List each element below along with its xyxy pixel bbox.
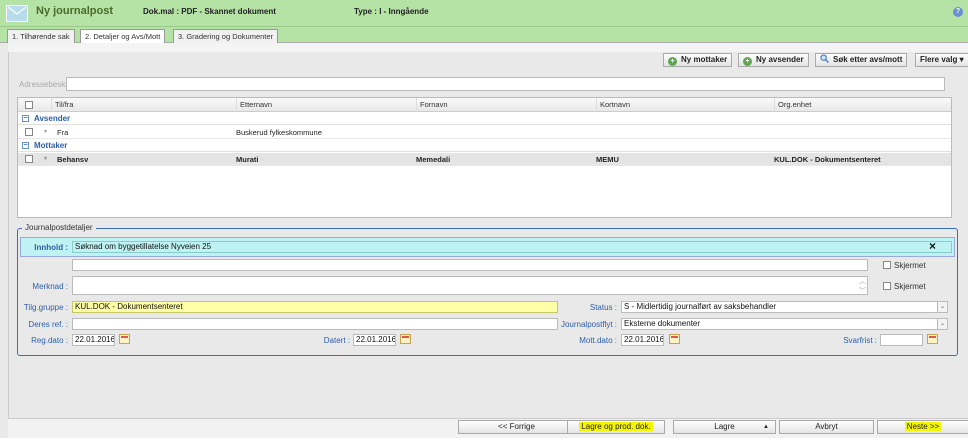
merknad-label: Merknad :	[32, 282, 68, 291]
tilg-gruppe-label: Tilg.gruppe :	[23, 303, 68, 312]
skjermet-checkbox-2[interactable]	[883, 282, 891, 290]
chevron-down-icon[interactable]: ⌄	[937, 302, 947, 312]
cell-kortnavn: MEMU	[596, 155, 619, 164]
scroll-up-icon[interactable]: ︿	[859, 276, 866, 286]
clear-icon[interactable]: ×	[929, 239, 936, 253]
skjermet-label-1: Skjermet	[894, 261, 926, 270]
calendar-icon[interactable]	[400, 334, 411, 344]
new-recipient-label: Ny mottaker	[681, 55, 728, 64]
chevron-down-icon: ▾	[959, 55, 964, 64]
address-description-input[interactable]	[66, 77, 945, 91]
status-select[interactable]: S - Midlertidig journalført av saksbehan…	[621, 301, 948, 313]
previous-button[interactable]: << Forrige	[458, 420, 575, 434]
tab-gradering-dokumenter[interactable]: 3. Gradering og Dokumenter	[173, 29, 279, 43]
table-row[interactable]: ▾ Fra Buskerud fylkeskommune	[18, 126, 951, 139]
calendar-icon[interactable]	[927, 334, 938, 344]
row-toggle-icon[interactable]: ▾	[44, 126, 47, 139]
calendar-icon[interactable]	[119, 334, 130, 344]
group-avsender[interactable]: − Avsender	[18, 113, 951, 125]
next-button[interactable]: Neste >>	[877, 420, 968, 434]
deres-ref-label: Deres ref. :	[28, 320, 68, 329]
column-header-org-enhet[interactable]: Org.enhet	[774, 98, 951, 112]
skjermet-checkbox-1[interactable]	[883, 261, 891, 269]
skjermet-label-2: Skjermet	[894, 282, 926, 291]
document-template-text: Dok.mal : PDF - Skannet dokument	[143, 7, 276, 16]
page-title: Ny journalpost	[36, 5, 114, 17]
chevron-up-icon[interactable]: ▲	[763, 421, 769, 433]
envelope-icon	[6, 5, 28, 22]
merknad-textarea[interactable]	[72, 276, 868, 295]
reg-dato-label: Reg.dato :	[31, 336, 68, 345]
tab-detaljer-avs-mott[interactable]: 2. Detaljer og Avs/Mott	[80, 29, 166, 43]
svarfrist-input[interactable]	[880, 334, 923, 346]
save-button[interactable]: Lagre ▲	[673, 420, 776, 434]
new-sender-label: Ny avsender	[756, 55, 804, 64]
row-checkbox[interactable]	[25, 155, 33, 163]
mott-dato-input[interactable]: 22.01.2016	[621, 334, 664, 346]
cell-org-enhet: KUL.DOK - Dokumentsenteret	[774, 155, 881, 164]
help-icon[interactable]: ?	[953, 7, 963, 17]
collapse-icon[interactable]: −	[22, 142, 29, 149]
more-options-button[interactable]: Flere valg ▾	[915, 53, 968, 67]
group-mottaker[interactable]: − Mottaker	[18, 140, 951, 152]
collapse-icon[interactable]: −	[22, 115, 29, 122]
cell-fornavn: Memedali	[416, 155, 451, 164]
new-sender-button[interactable]: + Ny avsender	[738, 53, 809, 67]
search-sender-recipient-button[interactable]: Søk etter avs/mott	[815, 53, 908, 67]
mott-dato-label: Mott.dato :	[579, 336, 617, 345]
cell-tilfra: Fra	[57, 128, 69, 137]
journalpostflyt-value: Eksterne dokumenter	[624, 319, 701, 328]
save-and-produce-label: Lagre og prod. dok.	[579, 422, 653, 431]
row-checkbox[interactable]	[25, 128, 33, 136]
add-icon: +	[668, 57, 677, 66]
journalpostflyt-select[interactable]: Eksterne dokumenter ⌄	[621, 318, 948, 330]
search-icon	[820, 54, 829, 63]
add-icon: +	[743, 57, 752, 66]
deres-ref-input[interactable]	[72, 318, 558, 330]
new-recipient-button[interactable]: + Ny mottaker	[663, 53, 733, 67]
datert-label: Datert :	[323, 336, 350, 345]
panel-top-strip	[8, 43, 968, 52]
status-label: Status :	[589, 303, 617, 312]
journal-type-text: Type : I - Inngående	[354, 7, 429, 16]
innhold-label: Innhold :	[34, 243, 68, 252]
reg-dato-input[interactable]: 22.01.2016	[72, 334, 115, 346]
column-header-tilfra[interactable]: Til/fra	[51, 98, 236, 112]
innhold-input[interactable]: Søknad om byggetillatelse Nyveien 25	[72, 241, 952, 253]
calendar-icon[interactable]	[669, 334, 680, 344]
save-and-produce-button[interactable]: Lagre og prod. dok.	[567, 420, 665, 434]
sender-recipient-grid: Til/fra Etternavn Fornavn Kortnavn Org.e…	[17, 97, 952, 218]
scroll-down-icon[interactable]: ﹀	[859, 286, 866, 296]
innhold-extra-input[interactable]	[72, 259, 868, 271]
group-mottaker-label: Mottaker	[34, 141, 68, 150]
status-value: S - Midlertidig journalført av saksbehan…	[624, 302, 777, 311]
column-header-kortnavn[interactable]: Kortnavn	[596, 98, 774, 112]
group-avsender-label: Avsender	[34, 114, 71, 123]
column-header-etternavn[interactable]: Etternavn	[236, 98, 416, 112]
cell-etternavn: Buskerud fylkeskommune	[236, 128, 322, 137]
next-label: Neste >>	[904, 422, 942, 431]
table-row[interactable]: ▾ Behansv Murati Memedali MEMU KUL.DOK -…	[18, 153, 951, 166]
grid-header: Til/fra Etternavn Fornavn Kortnavn Org.e…	[18, 98, 951, 112]
journalpostflyt-label: Journalpostflyt :	[560, 320, 617, 329]
chevron-down-icon[interactable]: ⌄	[937, 319, 947, 329]
fieldset-legend: Journalpostdetaljer	[22, 223, 96, 232]
more-options-label: Flere valg	[920, 55, 958, 64]
svarfrist-label: Svarfrist :	[843, 336, 877, 345]
row-toggle-icon[interactable]: ▾	[44, 153, 47, 166]
datert-input[interactable]: 22.01.2016	[353, 334, 396, 346]
save-label: Lagre	[714, 422, 735, 431]
column-header-fornavn[interactable]: Fornavn	[416, 98, 596, 112]
cell-etternavn: Murati	[236, 155, 259, 164]
cell-tilfra: Behansv	[57, 155, 89, 164]
select-all-checkbox[interactable]	[25, 101, 33, 109]
search-sender-recipient-label: Søk etter avs/mott	[833, 55, 903, 64]
tilg-gruppe-input[interactable]: KUL.DOK - Dokumentsenteret	[72, 301, 558, 313]
tab-tilhorende-sak[interactable]: 1. Tilhørende sak	[7, 29, 75, 43]
cancel-button[interactable]: Avbryt	[779, 420, 874, 434]
